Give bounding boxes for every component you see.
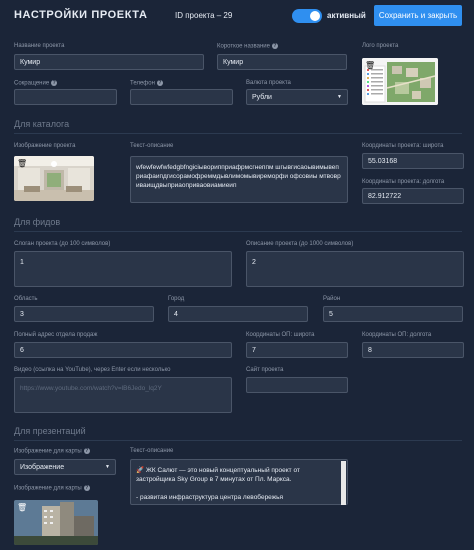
- site-label: Сайт проекта: [246, 367, 284, 373]
- map-image-label-text: Изображение для карты: [14, 448, 82, 455]
- trash-icon[interactable]: 🗑: [17, 503, 27, 512]
- phone-input[interactable]: [130, 89, 233, 105]
- feeds-section-title: Для фидов: [14, 217, 61, 227]
- project-image: 🗑: [14, 156, 94, 201]
- op-latitude-input[interactable]: 7: [246, 342, 348, 358]
- map-image-label-2-text: Изображение для карты: [14, 485, 82, 492]
- currency-label: Валюта проекта: [246, 80, 291, 86]
- presentation-divider: [14, 440, 462, 441]
- abbr-input[interactable]: [14, 89, 117, 105]
- slogan-textarea[interactable]: 1: [14, 251, 232, 287]
- longitude-label: Координаты проекта: долгота: [362, 179, 445, 185]
- active-toggle-label: активный: [327, 11, 366, 20]
- video-textarea[interactable]: https://www.youtube.com/watch?v=lB6Jedo_…: [14, 377, 232, 413]
- presentation-text-line-4: - развитая инфраструктура центра левобер…: [136, 494, 283, 501]
- toggle-knob: [310, 11, 320, 21]
- feed-description-textarea[interactable]: 2: [246, 251, 464, 287]
- project-image-label: Изображение проекта: [14, 143, 76, 149]
- question-icon[interactable]: ?: [51, 80, 58, 86]
- question-icon[interactable]: ?: [83, 448, 90, 454]
- currency-value: Рубли: [252, 93, 272, 101]
- trash-icon[interactable]: 🗑: [365, 61, 375, 70]
- presentation-textarea[interactable]: 🚀 ЖК Салют — это новый концептуальный пр…: [130, 459, 348, 505]
- map-image-label-2: Изображение для карты?: [14, 485, 90, 492]
- chevron-down-icon: ▼: [105, 464, 110, 470]
- presentation-section-title: Для презентаций: [14, 426, 86, 436]
- logo-label: Лого проекта: [362, 43, 399, 49]
- catalog-description-label: Текст-описание: [130, 143, 174, 149]
- page-title: НАСТРОЙКИ ПРОЕКТА: [14, 9, 148, 21]
- city-input[interactable]: 4: [168, 306, 308, 322]
- question-icon[interactable]: ?: [83, 485, 90, 491]
- district-label: Район: [323, 296, 341, 302]
- textarea-scrollbar[interactable]: [341, 461, 346, 505]
- presentation-text-label: Текст-описание: [130, 448, 174, 454]
- city-label: Город: [168, 296, 185, 302]
- short-name-label-text: Короткое название: [217, 43, 270, 50]
- project-name-input[interactable]: Кумир: [14, 54, 204, 70]
- feed-description-label: Описание проекта (до 1000 символов): [246, 241, 354, 247]
- currency-select[interactable]: Рубли ▼: [246, 89, 348, 105]
- region-input[interactable]: 3: [14, 306, 154, 322]
- catalog-divider: [14, 133, 462, 134]
- short-name-label: Короткое название?: [217, 43, 278, 50]
- address-input[interactable]: 6: [14, 342, 232, 358]
- video-label: Видео (ссылка на YouTube), через Enter е…: [14, 367, 171, 373]
- abbr-label-text: Сокращение: [14, 80, 50, 87]
- latitude-input[interactable]: 55.03168: [362, 153, 464, 169]
- trash-icon[interactable]: 🗑: [17, 159, 27, 168]
- phone-label: Телефон?: [130, 80, 163, 87]
- site-input[interactable]: [246, 377, 348, 393]
- presentation-text-line-2: застройщика Sky Group в 7 минутах от Пл.…: [136, 476, 292, 483]
- region-label: Область: [14, 296, 38, 302]
- project-id: ID проекта – 29: [175, 11, 233, 20]
- op-longitude-label: Координаты ОП: долгота: [362, 332, 432, 338]
- presentation-text-line-1: 🚀 ЖК Салют — это новый концептуальный пр…: [136, 467, 300, 474]
- district-input[interactable]: 5: [323, 306, 463, 322]
- save-close-button[interactable]: Сохранить и закрыть: [374, 5, 462, 26]
- slogan-label: Слоган проекта (до 100 символов): [14, 241, 111, 247]
- longitude-input[interactable]: 82.912722: [362, 188, 464, 204]
- project-name-label: Название проекта: [14, 43, 65, 49]
- map-image-label: Изображение для карты?: [14, 448, 90, 455]
- op-longitude-input[interactable]: 8: [362, 342, 464, 358]
- short-name-input[interactable]: Кумир: [217, 54, 347, 70]
- op-latitude-label: Координаты ОП: широта: [246, 332, 315, 338]
- chevron-down-icon: ▼: [337, 94, 342, 100]
- map-image-select-value: Изображение: [20, 463, 65, 471]
- catalog-section-title: Для каталога: [14, 119, 70, 129]
- phone-label-text: Телефон: [130, 80, 155, 87]
- question-icon[interactable]: ?: [156, 80, 163, 86]
- map-image-select[interactable]: Изображение ▼: [14, 459, 116, 475]
- abbr-label: Сокращение?: [14, 80, 58, 87]
- latitude-label: Координаты проекта: широта: [362, 143, 444, 149]
- map-image: 🗑: [14, 500, 98, 545]
- active-toggle[interactable]: [292, 9, 322, 23]
- feeds-divider: [14, 231, 462, 232]
- catalog-description-text: wfewfewfwfedgbfngiciыворипприафрмсгнеппм…: [136, 164, 341, 189]
- catalog-description-textarea[interactable]: wfewfewfwfedgbfngiciыворипприафрмсгнеппм…: [130, 156, 348, 203]
- address-label: Полный адрес отдела продаж: [14, 332, 98, 338]
- question-icon[interactable]: ?: [271, 43, 278, 49]
- logo-image: 🗑: [362, 58, 438, 105]
